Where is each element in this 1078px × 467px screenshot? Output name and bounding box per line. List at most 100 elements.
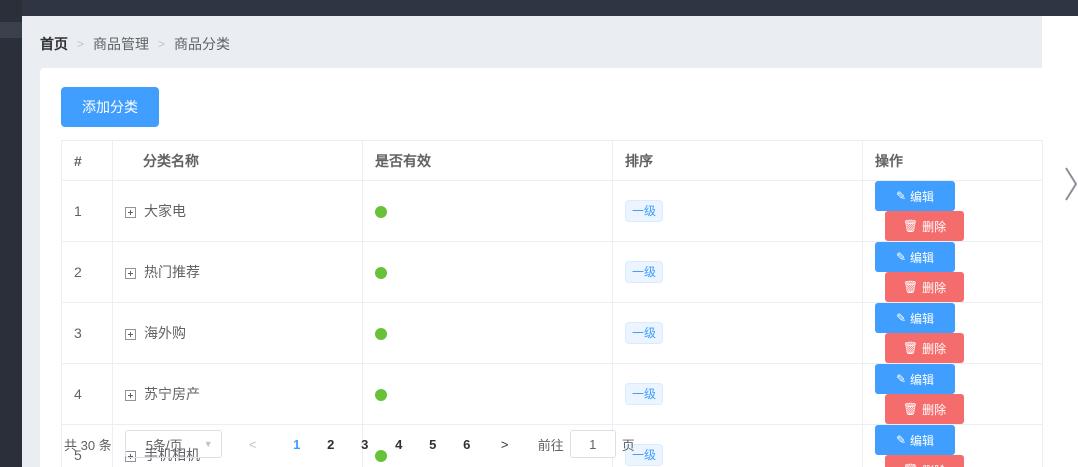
level-tag: 一级 (625, 383, 664, 405)
expand-icon[interactable] (125, 267, 136, 279)
edit-button[interactable]: ✎ 编辑 (875, 303, 955, 333)
page-size-select[interactable]: 5条/页 ▼ (124, 430, 222, 458)
row-name: 大家电 (144, 203, 186, 219)
row-order-cell: 一级 (612, 241, 863, 303)
row-order-cell: 一级 (612, 424, 863, 467)
edit-button[interactable]: ✎ 编辑 (875, 425, 955, 455)
pagination-total: 共 30 条 (64, 437, 112, 453)
edit-button[interactable]: ✎ 编辑 (875, 181, 955, 211)
table-row: 3 海外购 一级 ✎ 编辑 🗑 删除 (61, 302, 1043, 364)
row-valid-cell (362, 363, 613, 425)
delete-label: 删除 (922, 402, 947, 417)
edit-icon: ✎ (895, 311, 907, 325)
row-name-cell: 苏宁房产 (112, 363, 363, 425)
page-5[interactable]: 5 (424, 437, 442, 452)
prev-page-icon[interactable]: < (244, 437, 262, 452)
trash-icon: 🗑 (903, 463, 918, 467)
row-name-cell: 大家电 (112, 180, 363, 242)
edit-icon: ✎ (895, 189, 907, 203)
top-bar (0, 0, 1078, 16)
edit-button[interactable]: ✎ 编辑 (875, 364, 955, 394)
page-4[interactable]: 4 (390, 437, 408, 452)
col-valid: 是否有效 (362, 140, 613, 181)
trash-icon: 🗑 (902, 280, 919, 294)
trash-icon: 🗑 (902, 219, 919, 233)
delete-button[interactable]: 🗑删除 (885, 333, 964, 363)
expand-icon[interactable] (125, 328, 136, 340)
row-name: 苏宁房产 (144, 386, 200, 402)
expand-icon[interactable] (125, 389, 136, 401)
goto-suffix: 页 (621, 437, 635, 453)
page-2[interactable]: 2 (322, 437, 340, 452)
page-3[interactable]: 3 (356, 437, 374, 452)
delete-label: 删除 (922, 219, 947, 234)
edit-label: 编辑 (910, 372, 935, 387)
table-row: 1 大家电 一级 ✎ 编辑 🗑 删除 (61, 180, 1043, 242)
row-name-cell: 热门推荐 (112, 241, 363, 303)
goto-page-input[interactable] (569, 430, 616, 458)
edit-label: 编辑 (910, 433, 935, 448)
delete-button[interactable]: 🗑删除 (885, 211, 964, 241)
row-valid-cell (362, 180, 613, 242)
valid-status-icon (375, 267, 387, 280)
delete-button[interactable]: 🗑 删除 (885, 455, 964, 467)
row-order-cell: 一级 (612, 302, 863, 364)
right-panel (1042, 16, 1078, 467)
breadcrumb-category: 商品分类 (174, 36, 231, 52)
col-order: 排序 (612, 140, 863, 181)
add-category-button[interactable]: 添加分类 (61, 87, 159, 127)
delete-label: 删除 (922, 462, 946, 467)
page-1[interactable]: 1 (288, 437, 306, 452)
page-6[interactable]: 6 (458, 437, 476, 452)
row-valid-cell (362, 302, 613, 364)
page-size-value: 5条/页 (145, 437, 183, 453)
row-order-cell: 一级 (612, 363, 863, 425)
row-index: 2 (61, 241, 113, 303)
row-order-cell: 一级 (612, 180, 863, 242)
goto-page: 前往 页 (538, 430, 635, 458)
breadcrumb: 首页 > 商品管理 > 商品分类 (40, 34, 230, 54)
edit-button[interactable]: ✎ 编辑 (875, 242, 955, 272)
chevron-down-icon: ▼ (203, 439, 213, 449)
row-index: 1 (61, 180, 113, 242)
col-index: # (61, 140, 113, 181)
row-actions-cell: ✎编辑🗑删除 (862, 180, 1043, 242)
row-actions-cell: ✎编辑🗑删除 (862, 241, 1043, 303)
category-table: # 分类名称 是否有效 排序 操作 1 大家电 一级 ✎ 编辑 🗑 删除 2 热门推荐 一级 ✎ 编辑… (61, 140, 1043, 467)
row-actions-cell: ✎编辑🗑删除 (862, 363, 1043, 425)
row-name: 海外购 (144, 325, 186, 341)
breadcrumb-separator-icon: > (77, 37, 85, 51)
next-page-icon[interactable]: > (496, 437, 514, 452)
pagination: 共 30 条 5条/页 ▼ < 1 2 3 4 5 6 > 前往 页 (64, 430, 635, 458)
table-header-row: # 分类名称 是否有效 排序 操作 (61, 140, 1043, 181)
table-row: 4 苏宁房产 一级 ✎ 编辑 🗑 删除 (61, 363, 1043, 425)
valid-status-icon (375, 389, 387, 402)
edit-label: 编辑 (910, 189, 935, 204)
table-row: 2 热门推荐 一级 ✎ 编辑 🗑 删除 (61, 241, 1043, 303)
level-tag: 一级 (625, 261, 664, 283)
delete-label: 删除 (922, 280, 947, 295)
expand-icon[interactable] (125, 206, 136, 218)
edit-label: 编辑 (910, 311, 935, 326)
col-actions: 操作 (862, 140, 1043, 181)
edit-label: 编辑 (910, 250, 935, 265)
row-actions-cell: ✎编辑 🗑 删除 (862, 424, 1043, 467)
edit-icon: ✎ (895, 250, 907, 264)
delete-label: 删除 (922, 341, 947, 356)
delete-button[interactable]: 🗑删除 (885, 394, 964, 424)
trash-icon: 🗑 (902, 402, 919, 416)
sidebar-edge (0, 0, 22, 467)
goto-prefix: 前往 (537, 437, 564, 453)
row-name: 热门推荐 (144, 264, 200, 280)
breadcrumb-separator-icon: > (158, 37, 166, 51)
breadcrumb-home[interactable]: 首页 (40, 34, 68, 54)
level-tag: 一级 (625, 200, 664, 222)
edit-icon: ✎ (895, 433, 907, 447)
level-tag: 一级 (625, 322, 664, 344)
sidebar-highlight (0, 22, 22, 38)
chevron-right-icon[interactable] (1063, 164, 1078, 204)
row-index: 4 (61, 363, 113, 425)
delete-button[interactable]: 🗑删除 (885, 272, 964, 302)
trash-icon: 🗑 (902, 341, 919, 355)
row-valid-cell (362, 241, 613, 303)
